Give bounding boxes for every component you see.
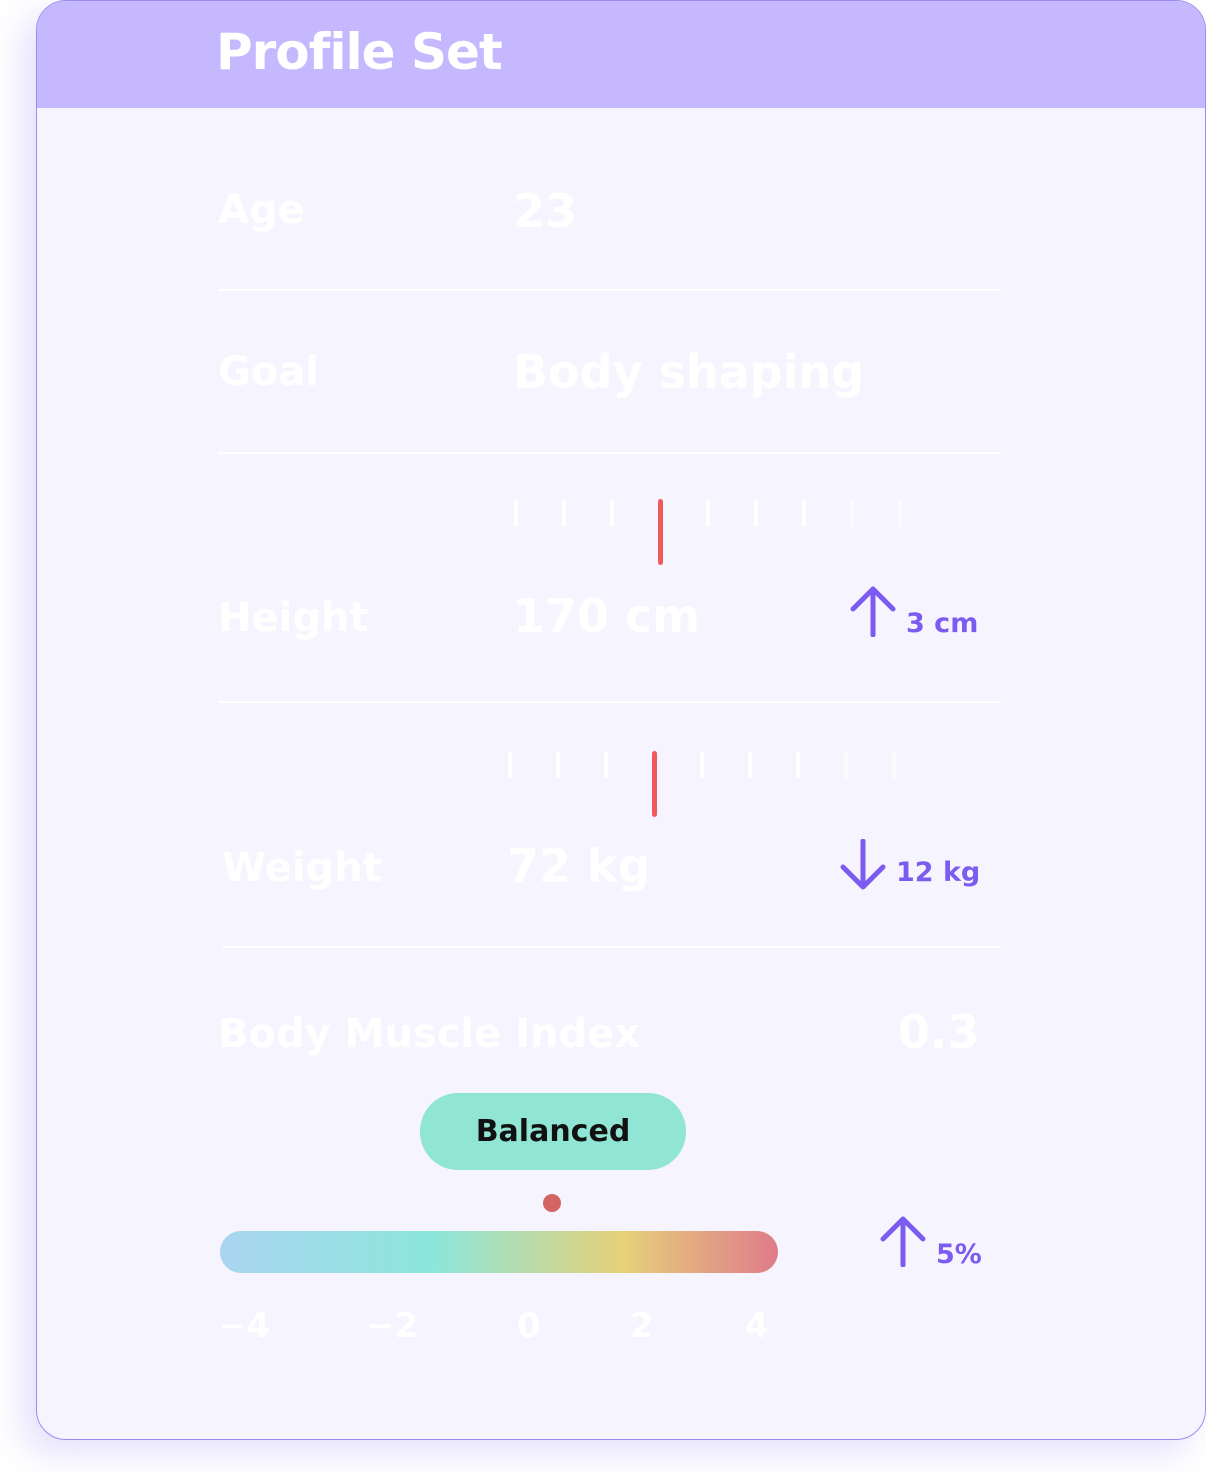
goal-label: Goal — [218, 349, 320, 395]
ruler-tick — [748, 751, 752, 779]
ruler-tick — [754, 499, 758, 527]
bmi-indicator-dot — [543, 1194, 561, 1212]
profile-set-card: Profile Set Age 23 Goal Body shaping Hei… — [36, 0, 1206, 1440]
scale-tick-label: 2 — [630, 1306, 654, 1346]
age-label: Age — [218, 187, 305, 233]
divider — [218, 701, 1001, 703]
bmi-label: Body Muscle Index — [218, 1011, 641, 1057]
scale-tick-label: −4 — [218, 1306, 271, 1346]
ruler-tick — [556, 751, 560, 779]
height-ruler[interactable] — [511, 499, 911, 565]
arrow-down-icon — [840, 839, 886, 890]
weight-change: 12 kg — [896, 857, 981, 888]
card-title: Profile Set — [216, 23, 503, 81]
divider — [218, 452, 1001, 454]
arrow-up-icon — [880, 1216, 926, 1267]
scale-tick-label: 0 — [517, 1306, 541, 1346]
ruler-tick — [610, 499, 614, 527]
arrow-up-icon — [850, 586, 896, 637]
height-marker[interactable] — [658, 499, 663, 565]
bmi-change: 5% — [936, 1239, 982, 1270]
height-label: Height — [218, 595, 369, 641]
age-value[interactable]: 23 — [513, 184, 577, 238]
weight-label: Weight — [222, 845, 382, 891]
weight-ruler[interactable] — [505, 751, 905, 817]
ruler-tick — [514, 499, 518, 527]
ruler-tick — [562, 499, 566, 527]
ruler-tick — [850, 499, 854, 527]
scale-tick-label: 4 — [745, 1306, 769, 1346]
bmi-status-badge: Balanced — [420, 1093, 686, 1170]
ruler-tick — [700, 751, 704, 779]
ruler-tick — [802, 499, 806, 527]
scale-tick-label: −2 — [366, 1306, 419, 1346]
ruler-tick — [796, 751, 800, 779]
height-value[interactable]: 170 cm — [513, 589, 700, 643]
card-header: Profile Set — [37, 1, 1205, 108]
goal-value[interactable]: Body shaping — [513, 345, 864, 399]
ruler-tick — [844, 751, 848, 779]
ruler-tick — [898, 499, 902, 527]
weight-value[interactable]: 72 kg — [507, 839, 651, 893]
ruler-tick — [604, 751, 608, 779]
divider — [218, 289, 1001, 291]
weight-marker[interactable] — [652, 751, 657, 817]
ruler-tick — [706, 499, 710, 527]
ruler-tick — [508, 751, 512, 779]
bmi-scale-bar — [220, 1231, 778, 1273]
bmi-value: 0.3 — [898, 1005, 980, 1059]
height-change: 3 cm — [906, 608, 979, 639]
ruler-tick — [892, 751, 896, 779]
divider — [222, 946, 1001, 948]
